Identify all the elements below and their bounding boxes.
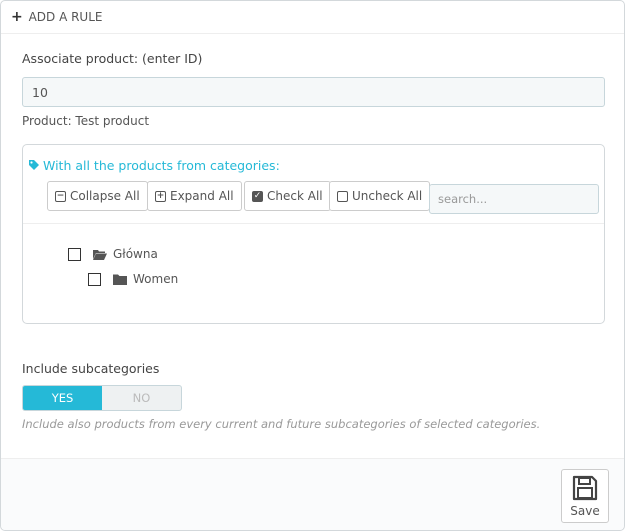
category-search-input[interactable] bbox=[429, 184, 599, 214]
folder-open-icon bbox=[93, 249, 107, 260]
floppy-disk-icon bbox=[572, 475, 598, 500]
category-checkbox-women[interactable] bbox=[88, 272, 101, 286]
folder-icon bbox=[113, 274, 127, 285]
plus-icon: + bbox=[11, 9, 23, 25]
tag-icon bbox=[29, 160, 39, 170]
include-subcategories-label: Include subcategories bbox=[22, 361, 160, 376]
include-subcategories-switch: YES NO bbox=[22, 385, 182, 411]
collapse-all-button[interactable]: − Collapse All bbox=[47, 181, 148, 211]
square-icon bbox=[337, 190, 348, 202]
uncheck-all-button[interactable]: Uncheck All bbox=[329, 181, 431, 211]
panel-footer: Save bbox=[1, 458, 624, 530]
panel-heading: + ADD A RULE bbox=[1, 1, 624, 34]
panel-title: ADD A RULE bbox=[28, 10, 103, 24]
tree-node-label[interactable]: Women bbox=[133, 272, 178, 286]
plus-square-icon: + bbox=[155, 190, 166, 202]
switch-no-option[interactable]: NO bbox=[102, 386, 181, 410]
switch-yes-option[interactable]: YES bbox=[23, 386, 102, 410]
category-tree-title: With all the products from categories: bbox=[28, 158, 280, 173]
tree-divider bbox=[23, 223, 604, 224]
category-tree-panel: With all the products from categories: −… bbox=[22, 144, 605, 324]
add-rule-panel: + ADD A RULE Associate product: (enter I… bbox=[0, 0, 625, 531]
check-all-button[interactable]: ✓ Check All bbox=[244, 181, 331, 211]
tree-node-women: Women bbox=[88, 272, 178, 286]
associate-product-label: Associate product: (enter ID) bbox=[22, 51, 203, 66]
product-name-text: Product: Test product bbox=[22, 114, 150, 128]
category-checkbox-glowna[interactable] bbox=[68, 247, 81, 261]
check-square-icon: ✓ bbox=[252, 190, 263, 202]
subcategories-help-text: Include also products from every current… bbox=[22, 417, 541, 431]
save-button[interactable]: Save bbox=[561, 469, 609, 523]
tree-node-label[interactable]: Główna bbox=[113, 247, 158, 261]
minus-square-icon: − bbox=[55, 190, 66, 202]
product-id-input[interactable] bbox=[22, 77, 605, 107]
tree-node-glowna: Główna bbox=[68, 247, 158, 261]
expand-all-button[interactable]: + Expand All bbox=[147, 181, 242, 211]
